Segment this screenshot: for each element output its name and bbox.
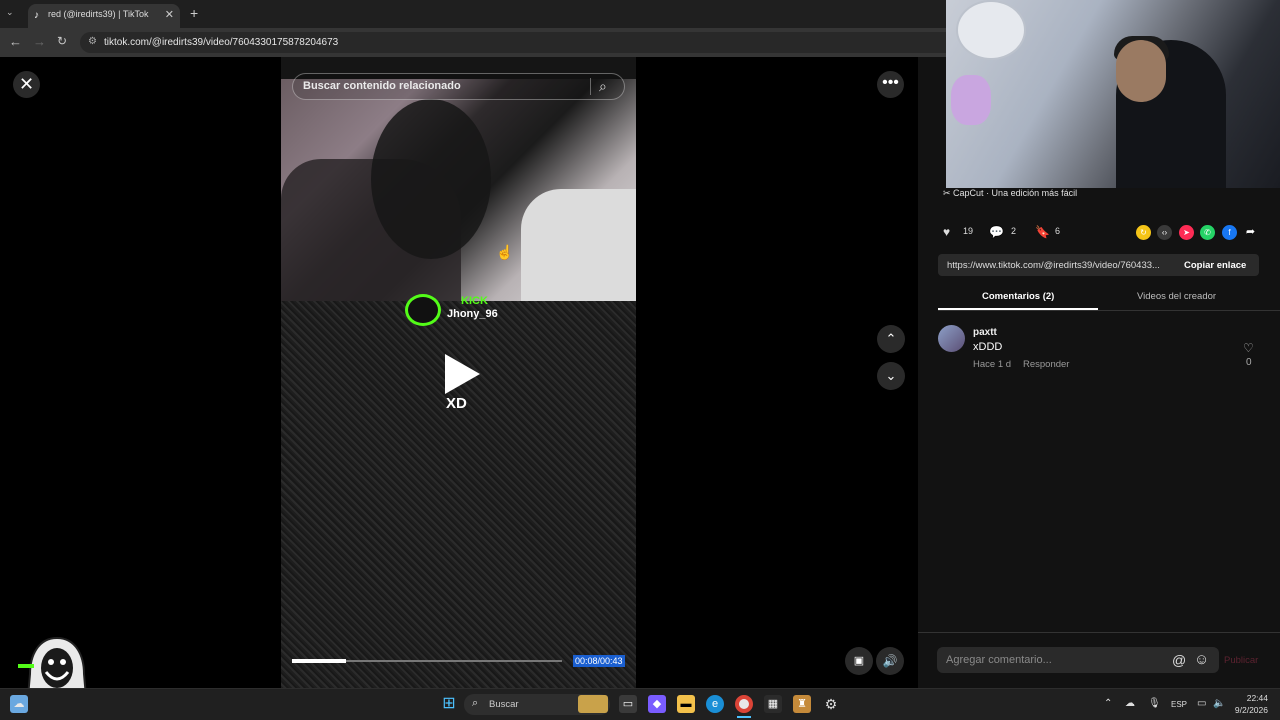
new-tab-button[interactable]: + (190, 5, 198, 21)
file-explorer-icon[interactable]: ▬ (677, 695, 695, 713)
chrome-icon[interactable] (735, 695, 753, 713)
search-icon[interactable]: ⌕ (599, 78, 607, 95)
weather-icon[interactable]: ☁ (10, 695, 28, 713)
tab-divider (938, 310, 1280, 311)
browser-tab[interactable]: ♪ red (@iredirts39) | TikTok ✕ (28, 4, 180, 28)
embed-icon[interactable]: ‹› (1157, 225, 1172, 240)
comment-like-icon[interactable]: ♡ (1243, 341, 1254, 355)
comment-text: xDDD (973, 341, 1003, 353)
clock-time[interactable]: 22:44 (1240, 693, 1268, 703)
forward-icon[interactable]: → (33, 34, 46, 49)
tab-comments[interactable]: Comentarios (2) (982, 291, 1054, 302)
copy-link-button[interactable]: Copiar enlace (1184, 260, 1246, 271)
tab-close-icon[interactable]: ✕ (165, 8, 174, 21)
kick-brand-label: KICK (461, 295, 488, 307)
publish-button[interactable]: Publicar (1224, 655, 1258, 666)
tiktok-favicon-icon: ♪ (34, 10, 39, 21)
music-label[interactable]: ✂ CapCut · Una edición más fácil (943, 188, 1077, 199)
taskbar (0, 688, 1280, 720)
comment-like-count: 0 (1246, 357, 1252, 368)
comment-username[interactable]: paxtt (973, 327, 997, 338)
close-video-button[interactable]: ✕ (13, 71, 40, 98)
emoji-icon[interactable]: ☺ (1194, 651, 1209, 668)
tab-title: red (@iredirts39) | TikTok (48, 9, 149, 19)
taskbar-search-label[interactable]: Buscar (489, 699, 519, 710)
task-view-icon[interactable]: ▭ (619, 695, 637, 713)
share-link-text[interactable]: https://www.tiktok.com/@iredirts39/video… (947, 260, 1173, 271)
send-icon[interactable]: ➤ (1179, 225, 1194, 240)
comment-time: Hace 1 d (973, 359, 1012, 370)
miniplayer-icon[interactable]: ▣ (845, 647, 873, 675)
search-icon: ⌕ (472, 697, 479, 709)
reply-button[interactable]: Responder (1023, 359, 1069, 370)
video-frame (281, 79, 636, 301)
clock-date[interactable]: 9/2/2026 (1228, 705, 1268, 715)
tray-overflow-icon[interactable]: ⌃ (1104, 698, 1112, 709)
tab-search-icon[interactable]: ⌄ (6, 7, 14, 18)
whatsapp-icon[interactable]: ✆ (1200, 225, 1215, 240)
comment-box-divider (918, 632, 1280, 633)
avatar[interactable] (938, 325, 965, 352)
more-options-button[interactable]: ••• (877, 71, 904, 98)
like-count: 19 (963, 226, 974, 236)
share-icon[interactable]: ➦ (1243, 225, 1258, 240)
video-time: 00:08/00:43 (573, 655, 625, 667)
settings-gear-icon[interactable]: ⚙ (822, 695, 840, 713)
comment-count: 2 (1011, 226, 1017, 236)
active-app-indicator (737, 716, 751, 718)
facebook-icon[interactable]: f (1222, 225, 1237, 240)
capcut-icon: ✂ (943, 188, 954, 198)
music-text: CapCut · Una edición más fácil (953, 188, 1078, 198)
edge-icon[interactable]: e (706, 695, 724, 713)
cloud-sync-icon[interactable]: ☁ (1125, 698, 1135, 709)
url-text[interactable]: tiktok.com/@iredirts39/video/76043301758… (104, 37, 338, 48)
volume-icon[interactable]: 🔊 (876, 647, 904, 675)
streamer-name: Jhony_96 (447, 308, 498, 320)
like-icon[interactable]: ♥ (943, 225, 950, 239)
mention-icon[interactable]: @ (1172, 652, 1186, 668)
reload-icon[interactable]: ↻ (57, 34, 67, 48)
bookmark-icon[interactable]: 🔖 (1035, 225, 1050, 239)
repost-icon[interactable]: ↻ (1136, 225, 1151, 240)
next-video-button[interactable]: ⌄ (877, 362, 905, 390)
comment-icon[interactable]: 💬 (989, 225, 1004, 239)
comment-placeholder[interactable]: Agregar comentario... (946, 654, 1052, 666)
save-count: 6 (1055, 226, 1061, 236)
game-app-icon[interactable]: ♜ (793, 695, 811, 713)
progress-fill (292, 659, 346, 663)
windows-start-icon[interactable]: ⊞ (440, 695, 458, 713)
copilot-icon[interactable]: ◆ (648, 695, 666, 713)
microphone-icon[interactable]: 🎙 (1148, 698, 1161, 709)
back-icon[interactable]: ← (9, 34, 22, 49)
site-info-icon[interactable]: ⚙ (88, 36, 97, 47)
search-divider (590, 78, 591, 95)
webcam-overlay (946, 0, 1280, 188)
speaker-icon[interactable]: 🔈 (1213, 698, 1225, 709)
network-icon[interactable]: ▭ (1197, 698, 1206, 709)
store-icon[interactable]: ▦ (764, 695, 782, 713)
search-highlight-icon (578, 695, 608, 713)
video-caption: XD (446, 395, 467, 412)
previous-video-button[interactable]: ⌃ (877, 325, 905, 353)
play-icon[interactable] (445, 354, 480, 394)
language-indicator[interactable]: ESP (1171, 700, 1187, 709)
hand-cursor-icon: ☝ (496, 244, 514, 260)
tab-creator-videos[interactable]: Videos del creador (1137, 291, 1216, 302)
related-search-placeholder[interactable]: Buscar contenido relacionado (303, 80, 461, 92)
streamer-avatar (405, 294, 441, 326)
